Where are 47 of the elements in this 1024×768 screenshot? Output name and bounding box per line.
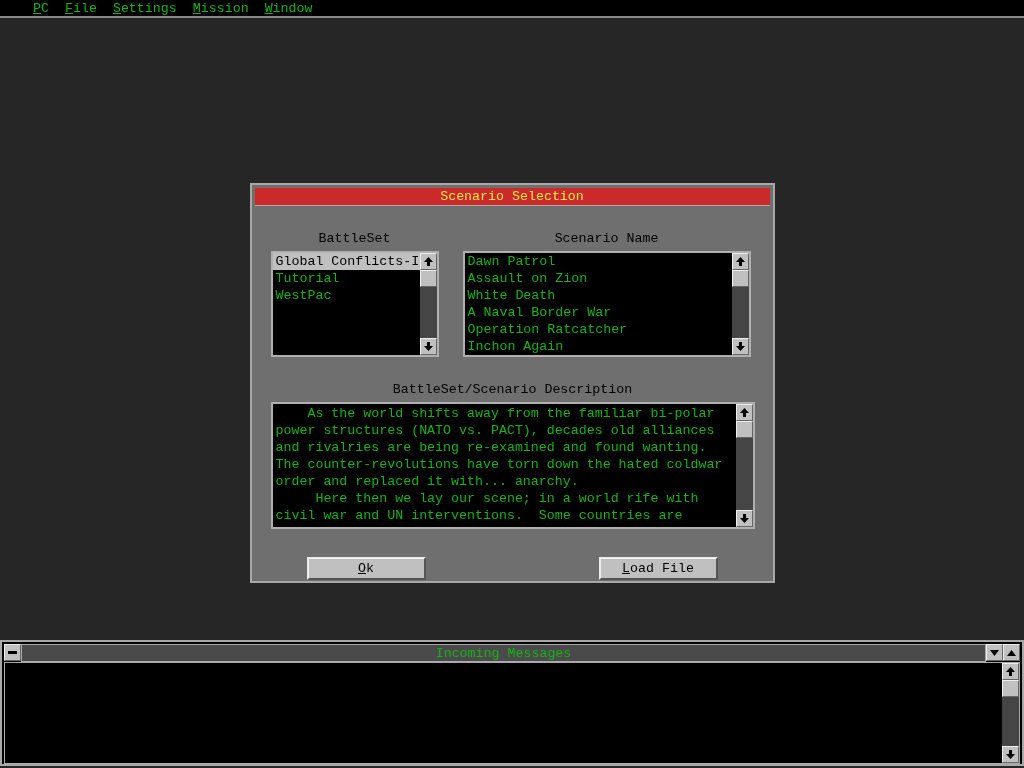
minimize-button[interactable] [4,644,21,661]
list-item[interactable]: A Naval Border War [464,304,732,321]
menu-item[interactable]: PC [33,0,49,16]
down-arrow-icon [735,342,745,351]
down-arrow-icon [739,514,749,523]
list-item[interactable]: Global Conflicts-I [272,253,420,270]
list-item[interactable]: Assault on Zion [464,270,732,287]
scroll-thumb[interactable] [1002,680,1019,697]
up-arrow-icon [735,257,745,266]
scroll-up-button[interactable] [1002,663,1019,680]
menu-item[interactable]: Window [264,0,313,16]
maximize-button[interactable] [1003,644,1020,661]
list-item[interactable]: Operation Ratcatcher [464,321,732,338]
up-arrow-icon [739,408,749,417]
minus-icon [8,651,17,654]
scroll-thumb[interactable] [731,270,749,287]
list-label: Scenario Name [553,230,660,247]
list-item[interactable]: WestPac [272,287,420,304]
menu-item[interactable]: File [64,0,97,16]
scroll-down-button[interactable] [731,338,749,355]
scroll-down-button[interactable] [735,510,753,527]
scroll-thumb[interactable] [419,270,437,287]
up-arrow-icon [1006,667,1015,676]
list-item[interactable]: White Death [464,287,732,304]
description-label: BattleSet/Scenario Description [391,381,634,398]
down-triangle-icon [990,649,999,656]
panel-title: Incoming Messages [21,644,986,662]
load-file-button[interactable]: Load File [598,557,718,580]
down-arrow-icon [423,342,433,351]
up-triangle-icon [1007,649,1016,656]
scroll-up-button[interactable] [731,253,749,270]
dialog-title: Scenario Selection [254,188,770,206]
down-arrow-icon [1006,750,1015,759]
scroll-up-button[interactable] [735,404,753,421]
list-item[interactable]: Inchon Again [464,338,732,355]
menu-item[interactable]: Mission [192,0,249,16]
scroll-down-button[interactable] [419,338,437,355]
list-item[interactable]: Tutorial [272,270,420,287]
dropdown-button[interactable] [986,644,1003,661]
list-label: BattleSet [317,230,392,247]
up-arrow-icon [423,257,433,266]
scroll-down-button[interactable] [1002,746,1019,763]
list-item[interactable]: Dawn Patrol [464,253,732,270]
description-text: As the world shifts away from the familiar bi-polar power structures (NATO vs. PACT), decades old alliances and rivalries are being re-examined and found wanting. The counter-revolutions have torn down the hated coldwar order and replaced it with... anarchy. Here then we lay our scene; in a world rife with civil war and UN interventions. Some countries are [274,405,724,525]
menu-item[interactable]: Settings [112,0,177,16]
scroll-thumb[interactable] [735,421,753,438]
ok-button[interactable]: Ok [306,557,426,580]
